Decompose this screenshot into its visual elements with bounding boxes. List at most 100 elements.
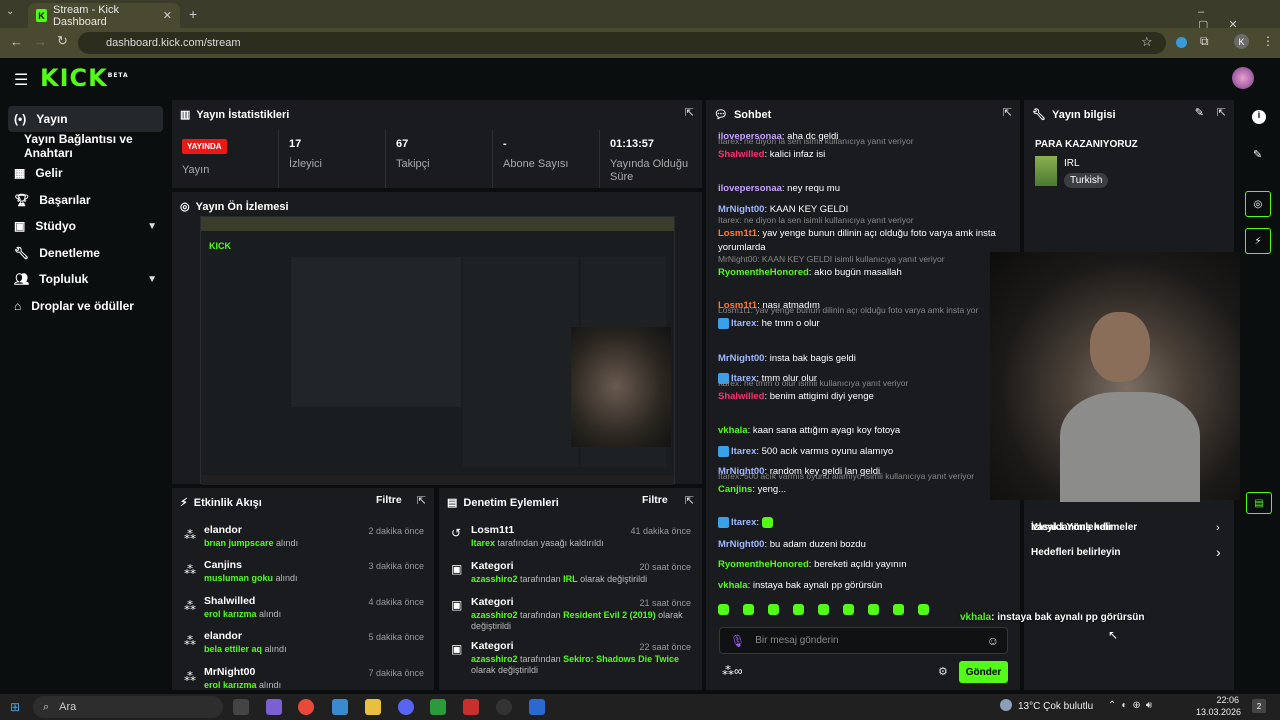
browser-menu-icon[interactable]: ⋮ (1262, 34, 1274, 48)
windows-start-icon[interactable]: ⊞ (10, 700, 20, 714)
copilot-icon[interactable] (266, 699, 282, 715)
emote-icon[interactable] (868, 604, 879, 615)
modlog-panel: ▤ Denetim Eylemleri Filtre ⇱ ↺ Losm1t1 Itar… (439, 488, 702, 690)
activity-filter-button[interactable]: Filtre (376, 494, 402, 506)
chat-text: bereketi açıldı yayının (814, 559, 907, 570)
lightning-toggle-icon[interactable]: ⚡︎ (1245, 228, 1271, 254)
edit-pencil-icon[interactable]: ✎ (1253, 148, 1262, 161)
chat-username[interactable]: RyomentheHonored (718, 559, 809, 570)
chevron-down-icon: ▼ (147, 220, 157, 232)
browser-tab[interactable]: K Stream - Kick Dashboard ✕ (28, 3, 180, 28)
file-explorer-icon[interactable] (365, 699, 381, 715)
chat-toggle-icon[interactable]: ▤ (1246, 492, 1272, 514)
clock-date[interactable]: 13.03.2026 (1196, 707, 1241, 717)
weather-text[interactable]: 13°C Çok bulutlu (1018, 701, 1093, 712)
chat-text: ney requ mu (787, 183, 840, 194)
reload-icon[interactable]: ↻ (57, 33, 68, 49)
clock-time[interactable]: 22:06 (1203, 695, 1239, 705)
sidebar-item-denetleme[interactable]: 🔧︎ Denetleme (8, 240, 163, 266)
modlog-title: ▤ Denetim Eylemleri (447, 496, 559, 510)
chevron-down-icon: ▼ (147, 273, 157, 285)
edit-pencil-icon[interactable]: ✎ (1195, 106, 1204, 119)
category-name[interactable]: IRL (1064, 158, 1080, 169)
bookmark-star-icon[interactable]: ☆ (1141, 34, 1153, 50)
points-icon[interactable]: ⁂∞ (722, 664, 743, 678)
chat-username[interactable]: MrNight00 (718, 539, 764, 550)
chat-username[interactable]: ilovepersonaa (718, 183, 782, 194)
close-tab-icon[interactable]: ✕ (163, 9, 172, 22)
modlog-filter-button[interactable]: Filtre (642, 494, 668, 506)
extension-icon[interactable] (1176, 37, 1187, 48)
emote-icon[interactable] (768, 604, 779, 615)
sidebar-item-droplar[interactable]: ⌂ Droplar ve ödüller (8, 293, 163, 319)
back-icon[interactable]: ← (10, 34, 23, 49)
emote-icon[interactable] (893, 604, 904, 615)
hamburger-menu-icon[interactable]: ☰ (14, 70, 28, 90)
chat-username[interactable]: vkhala (718, 425, 748, 436)
moderator-badge-icon (718, 516, 729, 528)
tab-list-icon[interactable]: ⌄ (6, 6, 22, 22)
settings-gear-icon[interactable]: ⚙ (938, 665, 948, 678)
emote-icon[interactable] (818, 604, 829, 615)
sidebar-item-gelir[interactable]: ▦ Gelir (8, 160, 163, 186)
mic-icon[interactable]: 🎙︎ (730, 634, 745, 648)
emote-icon[interactable] (743, 604, 754, 615)
profile-avatar[interactable]: K (1234, 34, 1249, 49)
sidebar-item-basarilar[interactable]: 🏆︎ Başarılar (8, 187, 163, 213)
chat-username[interactable]: Itarex (731, 517, 756, 528)
chat-username[interactable]: MrNight00 (718, 353, 764, 364)
chat-username[interactable]: Itarex (731, 318, 756, 329)
new-tab-icon[interactable]: + (189, 6, 197, 22)
chat-username[interactable]: Shalwilled (718, 149, 764, 160)
app-icon[interactable] (332, 699, 348, 715)
tag-chip[interactable]: Turkish (1064, 173, 1109, 188)
send-button[interactable]: Gönder (959, 661, 1008, 683)
menu-set-goals[interactable]: Hedefleri belirleyin (1031, 547, 1120, 558)
info-icon[interactable]: i (1252, 110, 1266, 124)
sidebar-item-stream-key[interactable]: Yayın Bağlantısı ve Anahtarı (18, 132, 173, 160)
maps-icon[interactable] (463, 699, 479, 715)
emote-icon[interactable] (793, 604, 804, 615)
obs-icon[interactable] (496, 699, 512, 715)
emoji-icon[interactable]: ☺ (987, 634, 999, 648)
address-bar[interactable]: dashboard.kick.com/stream (78, 32, 1166, 54)
sidebar-item-topluluk[interactable]: 👥︎ Topluluk ▼ (8, 266, 163, 292)
chat-placeholder: Bir mesaj gönderin (755, 635, 839, 646)
document-icon: ▤ (447, 497, 458, 509)
emote-icon[interactable] (843, 604, 854, 615)
taskbar-search[interactable]: ⌕ Ara (33, 696, 223, 718)
chrome-icon[interactable] (298, 699, 314, 715)
popout-icon[interactable]: ⇱ (685, 494, 694, 507)
stream-preview-video[interactable]: KICK (200, 216, 675, 485)
task-view-icon[interactable] (233, 699, 249, 715)
notification-icon[interactable]: 2 (1252, 699, 1266, 713)
camera-toggle-icon[interactable]: ◎ (1245, 191, 1271, 217)
chat-username[interactable]: Itarex (731, 446, 756, 457)
menu-redirect-viewers[interactable]: İzleyici Yönlendir (1031, 522, 1113, 533)
forward-icon[interactable]: → (34, 34, 47, 49)
popout-icon[interactable]: ⇱ (1217, 106, 1226, 119)
chat-username[interactable]: Canjins (718, 484, 752, 495)
chat-input[interactable]: 🎙︎ Bir mesaj gönderin ☺ (719, 627, 1008, 654)
sidebar-item-yayin[interactable]: (•) Yayın (8, 106, 163, 132)
sidebar-item-studyo[interactable]: ▣ Stüdyo ▼ (8, 213, 163, 239)
chat-username[interactable]: Shalwilled (718, 391, 764, 402)
emote-icon[interactable] (718, 604, 729, 615)
chevron-right-icon: › (1216, 522, 1220, 534)
chat-bubble-icon: 💬︎ (714, 109, 728, 121)
popout-icon[interactable]: ⇱ (417, 494, 426, 507)
xbox-icon[interactable] (430, 699, 446, 715)
chat-username[interactable]: RyomentheHonored (718, 267, 809, 278)
popout-icon[interactable]: ⇱ (1003, 106, 1012, 119)
extensions-puzzle-icon[interactable]: ⧉ (1200, 34, 1209, 49)
chat-username[interactable]: Losm1t1 (718, 228, 757, 239)
user-avatar[interactable] (1232, 67, 1254, 89)
discord-icon[interactable] (398, 699, 414, 715)
system-tray-icons[interactable]: ⌃◐⊕🔊︎ (1108, 700, 1157, 711)
kick-logo[interactable]: KICKBETA (40, 64, 129, 92)
popout-icon[interactable]: ⇱ (685, 106, 694, 119)
app-icon-2[interactable] (529, 699, 545, 715)
emote-icon[interactable] (918, 604, 929, 615)
chat-username[interactable]: vkhala (718, 580, 748, 591)
list-item: ▣ Kategori azasshiro2 tarafından Resident … (451, 596, 691, 631)
